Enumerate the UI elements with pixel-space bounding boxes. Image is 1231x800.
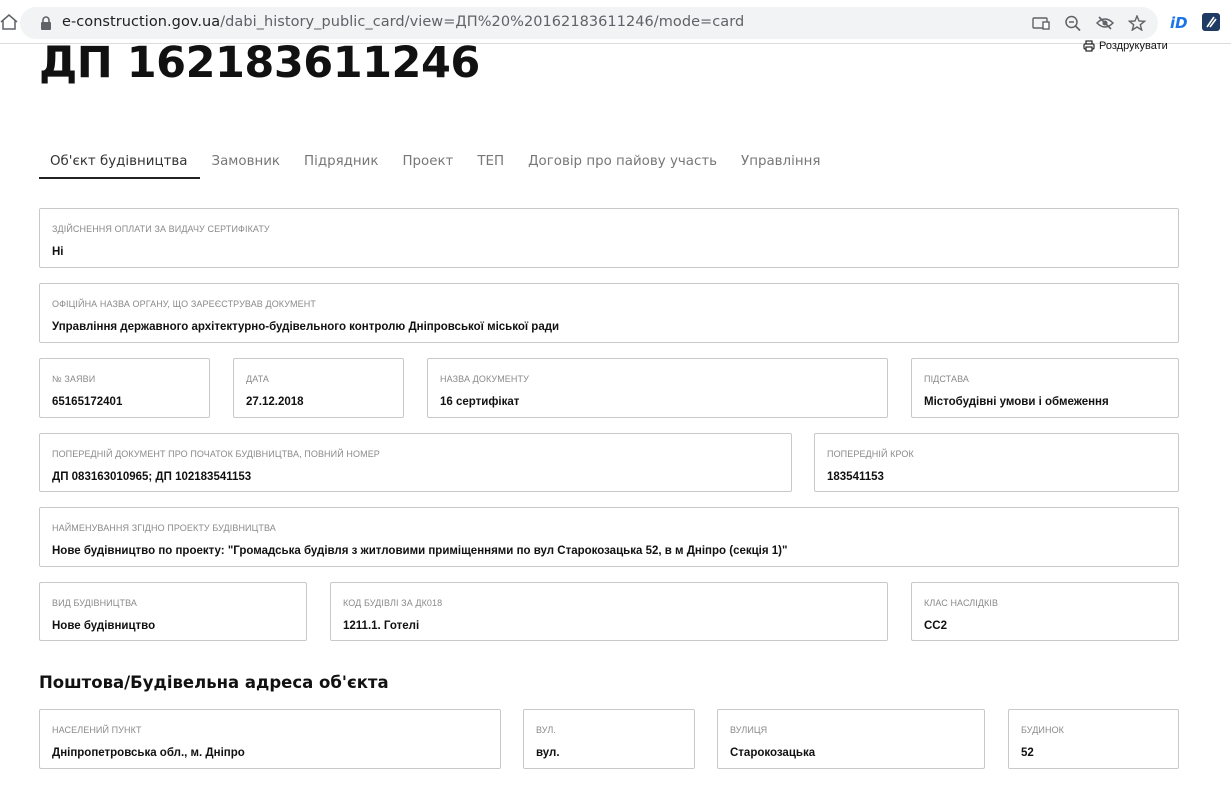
field-value: Ні	[52, 246, 64, 258]
street-type-field: Вул. вул.	[523, 709, 695, 769]
authority-field: Офіційна назва органу, що зареєстрував д…	[39, 283, 1179, 343]
street-field: Вулиця Старокозацька	[717, 709, 985, 769]
field-value: 65165172401	[52, 396, 123, 408]
settlement-field: Населений пункт Дніпропетровська обл., м…	[39, 709, 501, 769]
field-value: Дніпропетровська обл., м. Дніпро	[52, 747, 245, 759]
application-no-field: № заяви 65165172401	[39, 358, 210, 418]
previous-document-field: Попередній документ про початок будівниц…	[39, 433, 792, 492]
field-label: № заяви	[52, 374, 96, 384]
tab-share-agreement[interactable]: Договір про пайову участь	[516, 144, 729, 179]
tab-customer[interactable]: Замовник	[200, 144, 293, 179]
field-value: Містобудівні умови і обмеження	[924, 396, 1109, 408]
tab-object[interactable]: Об'єкт будівництва	[39, 144, 200, 179]
home-icon[interactable]	[0, 13, 18, 31]
field-label: Підстава	[924, 374, 969, 384]
url-text[interactable]: e-construction.gov.ua/dabi_history_publi…	[62, 14, 744, 30]
field-value: вул.	[536, 747, 560, 759]
field-label: Будинок	[1021, 725, 1065, 735]
basis-field: Підстава Містобудівні умови і обмеження	[911, 358, 1179, 418]
construction-type-field: Вид будівництва Нове будівництво	[39, 582, 307, 641]
consequence-class-field: Клас наслідків СС2	[911, 582, 1179, 641]
field-label: Дата	[246, 374, 269, 384]
field-value: СС2	[924, 620, 948, 632]
field-value: Старокозацька	[730, 747, 816, 759]
printer-icon	[1083, 40, 1095, 52]
zoom-out-icon[interactable]	[1064, 15, 1082, 32]
field-value: 27.12.2018	[246, 396, 304, 408]
address-bar[interactable]: e-construction.gov.ua/dabi_history_publi…	[20, 7, 1158, 39]
field-label: Вул.	[536, 725, 556, 735]
field-label: Попередній крок	[827, 449, 914, 459]
field-label: Код будівлі за ДК018	[343, 598, 443, 608]
field-value: 52	[1021, 747, 1034, 759]
field-value: Нове будівництво по проекту: "Громадська…	[52, 545, 788, 557]
tab-management[interactable]: Управління	[729, 144, 832, 179]
tab-tep[interactable]: ТЕП	[465, 144, 516, 179]
document-name-field: Назва документу 16 сертифікат	[427, 358, 888, 418]
field-value: Управління державного архітектурно-будів…	[52, 321, 560, 333]
print-label: Роздрукувати	[1099, 40, 1168, 52]
extension-icon[interactable]	[1201, 12, 1221, 32]
tab-project[interactable]: Проект	[390, 144, 465, 179]
field-value: 183541153	[827, 471, 884, 483]
field-label: Офіційна назва органу, що зареєстрував д…	[52, 299, 316, 309]
field-label: Назва документу	[440, 374, 529, 384]
field-label: Здійснення оплати за видачу сертифікату	[52, 224, 270, 234]
field-label: Клас наслідків	[924, 598, 999, 608]
tab-contractor[interactable]: Підрядник	[292, 144, 390, 179]
bookmark-star-icon[interactable]	[1127, 14, 1147, 32]
field-value: 1211.1. Готелі	[343, 620, 420, 632]
lock-icon[interactable]	[39, 15, 53, 31]
field-label: Попередній документ про початок будівниц…	[52, 449, 380, 459]
payment-field: Здійснення оплати за видачу сертифікату …	[39, 208, 1179, 268]
project-name-field: Найменування згідно проекту будівництва …	[39, 507, 1179, 567]
date-field: Дата 27.12.2018	[233, 358, 404, 418]
page-title: ДП 162183611246	[39, 38, 480, 88]
field-value: Нове будівництво	[52, 620, 156, 632]
tab-bar: Об'єкт будівництва Замовник Підрядник Пр…	[39, 144, 832, 179]
print-button[interactable]: Роздрукувати	[1083, 40, 1168, 52]
id-extension-text: iD	[1170, 14, 1188, 32]
field-value: ДП 083163010965; ДП 102183541153	[52, 471, 252, 483]
cast-icon[interactable]	[1032, 15, 1050, 31]
field-label: Найменування згідно проекту будівництва	[52, 523, 276, 533]
eye-off-icon[interactable]	[1095, 15, 1115, 31]
field-label: Населений пункт	[52, 725, 142, 735]
previous-step-field: Попередній крок 183541153	[814, 433, 1179, 492]
field-value: 16 сертифікат	[440, 396, 520, 408]
field-label: Вулиця	[730, 725, 768, 735]
url-path: /dabi_history_public_card/view=ДП%20%201…	[220, 14, 745, 30]
address-section-title: Поштова/Будівельна адреса об'єкта	[39, 673, 389, 692]
url-host: e-construction.gov.ua	[62, 14, 221, 30]
field-label: Вид будівництва	[52, 598, 138, 608]
id-extension-icon[interactable]: iD	[1169, 12, 1189, 32]
building-code-field: Код будівлі за ДК018 1211.1. Готелі	[330, 582, 888, 641]
house-field: Будинок 52	[1008, 709, 1179, 769]
